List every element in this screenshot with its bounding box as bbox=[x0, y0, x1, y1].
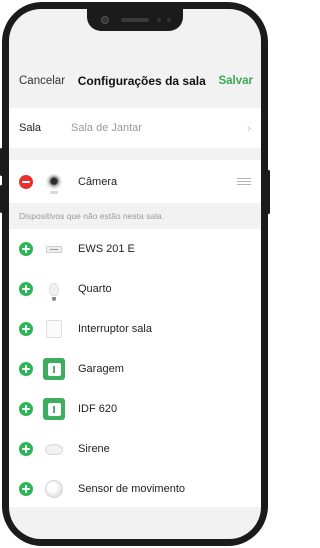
device-name: Interruptor sala bbox=[78, 323, 152, 335]
add-device-button[interactable] bbox=[19, 442, 33, 456]
notch bbox=[87, 9, 183, 31]
room-value: Sala de Jantar bbox=[71, 122, 142, 134]
strip-device-icon bbox=[42, 237, 66, 261]
device-name: Garagem bbox=[78, 363, 124, 375]
save-button[interactable]: Salvar bbox=[218, 75, 253, 87]
device-name: Câmera bbox=[78, 175, 118, 188]
device-name: Sirene bbox=[78, 443, 110, 455]
section-note: Dispositivos que não estão nesta sala. bbox=[19, 211, 165, 221]
device-name: IDF 620 bbox=[78, 403, 118, 415]
list-item: ꞁ Garagem bbox=[9, 349, 261, 389]
page-title: Configurações da sala bbox=[77, 74, 206, 88]
list-item: ꞁ IDF 620 bbox=[9, 389, 261, 429]
remove-device-button[interactable] bbox=[19, 174, 33, 189]
cancel-button[interactable]: Cancelar bbox=[19, 75, 65, 87]
siren-icon bbox=[42, 437, 66, 461]
motion-sensor-icon bbox=[42, 477, 66, 501]
bulb-icon bbox=[42, 277, 66, 301]
tuya-app-icon: ꞁ bbox=[42, 397, 66, 421]
list-item: Sirene bbox=[9, 429, 261, 469]
room-label: Sala bbox=[19, 122, 42, 134]
add-device-button[interactable] bbox=[19, 242, 33, 256]
list-item: EWS 201 E bbox=[9, 229, 261, 269]
front-camera-icon bbox=[101, 16, 109, 24]
sensor-icon bbox=[167, 18, 171, 22]
tuya-app-icon: ꞁ bbox=[42, 357, 66, 381]
list-item: Câmera bbox=[9, 160, 261, 203]
add-device-button[interactable] bbox=[19, 282, 33, 296]
device-name: EWS 201 E bbox=[78, 243, 135, 255]
speaker-grille bbox=[121, 18, 149, 22]
room-selector[interactable]: Sala Sala de Jantar › bbox=[9, 108, 261, 148]
chevron-right-icon: › bbox=[247, 121, 251, 135]
device-name: Sensor de movimento bbox=[78, 483, 185, 495]
add-device-button[interactable] bbox=[19, 362, 33, 376]
nav-header: Cancelar Configurações da sala Salvar bbox=[9, 61, 261, 101]
screen: Cancelar Configurações da sala Salvar Sa… bbox=[9, 9, 261, 539]
list-item: Quarto bbox=[9, 269, 261, 309]
side-button bbox=[0, 185, 3, 213]
power-button bbox=[267, 170, 270, 214]
list-item: Interruptor sala bbox=[9, 309, 261, 349]
device-name: Quarto bbox=[78, 283, 112, 295]
sensor-icon bbox=[157, 18, 161, 22]
camera-icon bbox=[42, 170, 66, 194]
add-device-button[interactable] bbox=[19, 402, 33, 416]
side-button bbox=[0, 148, 3, 176]
switch-icon bbox=[42, 317, 66, 341]
add-device-button[interactable] bbox=[19, 322, 33, 336]
list-item: Sensor de movimento bbox=[9, 469, 261, 509]
drag-handle-icon[interactable] bbox=[237, 178, 251, 185]
available-devices-list: EWS 201 E Quarto Interruptor sala ꞁ Gara… bbox=[9, 229, 261, 507]
add-device-button[interactable] bbox=[19, 482, 33, 496]
